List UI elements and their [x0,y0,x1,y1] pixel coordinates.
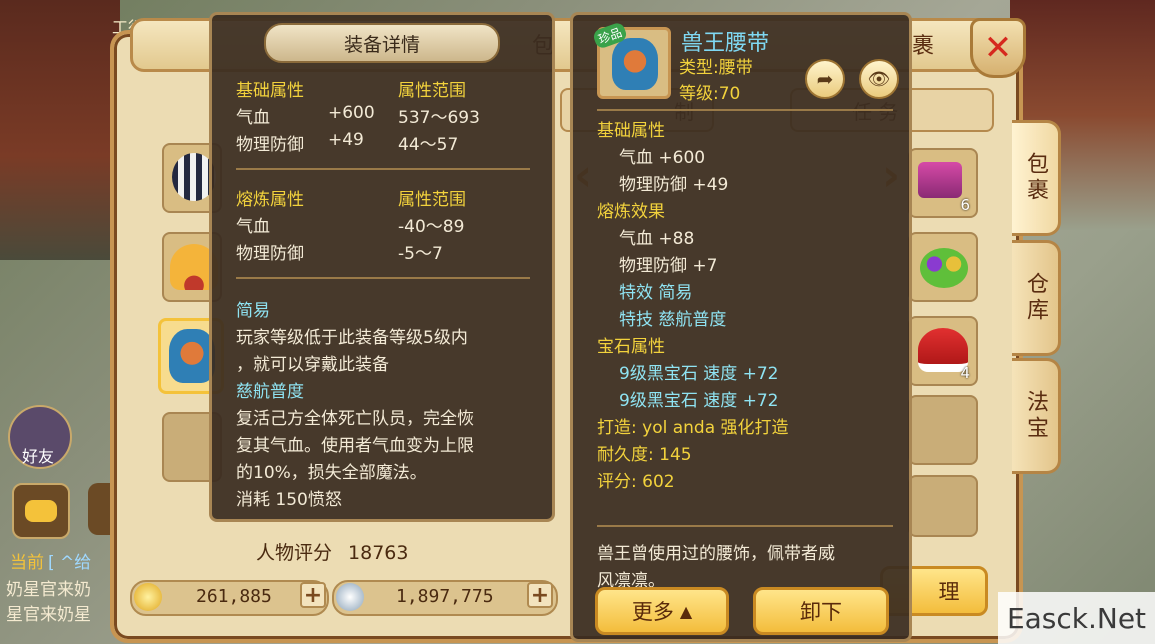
tab-warehouse[interactable]: 仓库 [1012,240,1061,356]
base-attr-1-range: 44～57 [398,135,459,155]
skill2-cost: 消耗 150愤怒 [236,490,342,510]
share-icon: ➦ [816,67,834,91]
chevron-up-icon: ▲ [679,601,693,621]
item-count-6: 6 [960,196,970,214]
base-attr-header: 基础属性 [236,81,304,101]
item-type: 类型:腰带 [679,58,753,78]
silver-coin-icon [336,583,364,611]
attr-range-header: 属性范围 [398,81,466,101]
bag-slot-empty-1[interactable] [908,395,978,465]
item-description-1: 兽王曾使用过的腰饰，佩带者威 [597,544,835,564]
share-button[interactable]: ➦ [805,59,845,99]
skill1-name: 简易 [236,301,270,321]
item-special-effect: 特效 简易 [619,283,693,303]
character-score-label: 人物评分 [256,542,333,564]
divider [236,277,530,279]
base-attr-0-range: 537～693 [398,108,480,128]
smelt-attr-1-range: -5～7 [398,244,443,264]
character-score: 人物评分 18763 [256,538,408,565]
more-label: 更多 [631,600,674,624]
friends-button[interactable]: 好友 [8,405,72,469]
item-base-attr-0: 气血 +600 [619,148,706,168]
bag-slot-empty-2[interactable] [908,475,978,537]
character-score-value: 18763 [348,542,409,564]
smelt-attr-1-name: 物理防御 [236,244,304,264]
silver-bar: 1,897,775 [332,580,558,616]
smelt-attr-header: 熔炼属性 [236,190,304,210]
chat-line-2: 星官来奶星 [6,605,91,625]
organize-label: 理 [938,580,960,604]
gold-coin-icon [134,583,162,611]
more-button[interactable]: 更多 ▲ [595,587,729,635]
silver-add-button[interactable]: + [527,582,553,608]
bag-item-gem-box[interactable]: 6 [908,148,978,218]
item-smelt-header: 熔炼效果 [597,202,665,222]
item-gem-0: 9级黑宝石 速度 +72 [619,364,779,384]
chat-bubble-icon [25,500,57,522]
chat-prefix: 当前 [10,553,44,573]
base-attr-1-name: 物理防御 [236,135,304,155]
smelt-attr-0-name: 气血 [236,217,270,237]
close-button[interactable]: ✕ [970,18,1026,78]
item-gem-1: 9级黑宝石 速度 +72 [619,391,779,411]
bag-item-christmas-hat[interactable]: 4 [908,316,978,386]
divider [597,525,893,527]
item-smelt-attr-0: 气血 +88 [619,229,695,249]
skill2-name: 慈航普度 [236,382,304,402]
skill2-desc-1: 复活己方全体死亡队员，完全恢 [236,409,474,429]
item-durability: 耐久度: 145 [597,445,692,465]
divider [597,109,893,111]
skill1-desc-2: ，就可以穿戴此装备 [236,355,389,375]
smelt-range-header: 属性范围 [398,190,466,210]
equipped-detail-tooltip: 装备详情 基础属性 属性范围 气血 +600 537～693 物理防御 +49 … [209,12,555,522]
gold-amount: 261,885 [196,586,272,607]
beads-icon [920,248,968,288]
item-forge: 打造: yol anda 强化打造 [597,418,789,438]
chat-bracket: [ ^给 [48,553,92,573]
divider [236,168,530,170]
tab-bag[interactable]: 包裹 [1012,120,1061,236]
chat-line-1: 奶星官来奶 [6,580,91,600]
base-attr-1-value: +49 [328,130,364,150]
item-base-header: 基础属性 [597,121,665,141]
equipped-detail-title-bar: 装备详情 [264,23,500,63]
view-button[interactable]: 👁 [859,59,899,99]
bag-header-partial-2: 裹 [912,34,935,59]
scene-building-left [0,0,120,260]
base-attr-0-value: +600 [328,103,375,123]
base-attr-0-name: 气血 [236,108,270,128]
smelt-attr-0-range: -40～89 [398,217,465,237]
equipped-detail-title: 装备详情 [343,33,420,56]
gold-add-button[interactable]: + [300,582,326,608]
chat-button[interactable] [12,483,70,539]
beast-king-belt-icon [612,38,658,90]
skill2-desc-2: 复其气血。使用者气血变为上限 [236,436,474,456]
friends-label: 好友 [22,447,55,466]
item-smelt-attr-1: 物理防御 +7 [619,256,718,276]
gem-box-icon [918,162,962,198]
bag-item-beads[interactable] [908,232,978,302]
watermark: Easck.Net [998,592,1155,644]
item-icon-frame: 珍品 [591,21,671,99]
unequip-button[interactable]: 卸下 [753,587,889,635]
item-gem-header: 宝石属性 [597,337,665,357]
skill2-desc-3: 的10%，损失全部魔法。 [236,463,427,483]
watermark-text: Easck.Net [1006,601,1147,635]
eye-icon: 👁 [867,68,891,90]
item-detail-tooltip: 珍品 兽王腰带 类型:腰带 等级:70 ➦ 👁 基础属性 气血 +600 物理防… [570,12,912,642]
skill1-desc-1: 玩家等级低于此装备等级5级内 [236,328,468,348]
item-count-4: 4 [960,364,970,382]
item-base-attr-1: 物理防御 +49 [619,175,729,195]
item-score: 评分: 602 [597,472,675,492]
close-icon: ✕ [983,28,1013,68]
item-special-skill: 特技 慈航普度 [619,310,727,330]
silver-amount: 1,897,775 [396,586,494,607]
chat-channel-text: 当前[ ^给 [10,548,91,573]
unequip-label: 卸下 [800,600,842,624]
item-level: 等级:70 [679,84,741,104]
tab-treasure[interactable]: 法宝 [1012,358,1061,474]
